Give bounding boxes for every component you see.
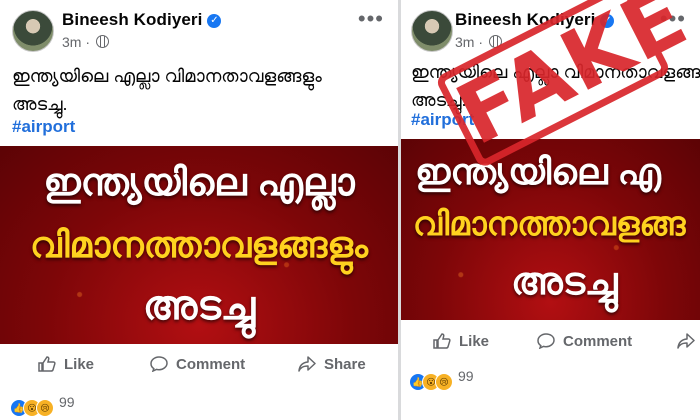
comment-icon xyxy=(537,333,555,349)
post-time[interactable]: 3m xyxy=(455,34,474,50)
share-icon xyxy=(677,333,695,349)
sad-reaction-icon: 😢 xyxy=(36,399,54,417)
banner-text-line: ഇന്ത്യയിലെ എ xyxy=(415,151,661,192)
avatar[interactable] xyxy=(12,10,54,52)
meta-separator: · xyxy=(85,34,91,50)
share-icon xyxy=(298,356,316,372)
post-caption: ഇന്ത്യയിലെ എല്ലാ വിമാനതാവളങ്ങളും അടച്ചു. xyxy=(12,62,322,118)
comment-button[interactable]: Comment xyxy=(150,356,245,373)
comment-button[interactable]: Comment xyxy=(537,333,632,350)
post-right: Bineesh Kodiyeri ✓ 3m · ••• ഇന്ത്യയിലെ എല… xyxy=(401,0,700,420)
caption-line: അടച്ചു. xyxy=(12,94,68,114)
share-button[interactable] xyxy=(677,333,700,350)
share-button[interactable]: Share xyxy=(298,356,366,373)
comment-label: Comment xyxy=(176,356,246,373)
post-image-banner[interactable]: ഇന്ത്യയിലെ എ വിമാനത്താവളങ്ങ അടച്ചു xyxy=(401,139,700,320)
comment-icon xyxy=(150,356,168,372)
caption-line: ഇന്ത്യയിലെ എല്ലാ വിമാനതാവളങ്ങളും xyxy=(12,66,322,86)
post-time[interactable]: 3m xyxy=(62,34,81,50)
reaction-count: 99 xyxy=(59,394,75,410)
like-button[interactable]: Like xyxy=(433,333,489,350)
post-actions-bar: Like Comment xyxy=(401,325,700,361)
avatar[interactable] xyxy=(411,10,453,52)
like-icon xyxy=(433,333,451,349)
post-meta: 3m · xyxy=(62,34,109,50)
meta-separator: · xyxy=(478,34,484,50)
post-image-banner[interactable]: ഇന്ത്യയിലെ എല്ലാ വിമാനത്താവളങ്ങളും അടച്ച… xyxy=(0,146,398,344)
author-name[interactable]: Bineesh Kodiyeri xyxy=(62,10,202,29)
more-options-icon[interactable]: ••• xyxy=(358,6,384,32)
post-left: Bineesh Kodiyeri ✓ 3m · ••• ഇന്ത്യയിലെ എല… xyxy=(0,0,398,420)
banner-text-line: അടച്ചു xyxy=(511,261,618,303)
post-actions-bar: Like Comment Share xyxy=(0,348,398,384)
reaction-count: 99 xyxy=(458,368,474,384)
banner-text-line: വിമാനത്താവളങ്ങ xyxy=(413,205,686,242)
like-label: Like xyxy=(459,333,490,350)
reactions-summary[interactable]: 👍 😮 😢 99 xyxy=(10,394,75,417)
share-label: Share xyxy=(324,356,366,373)
reactions-summary[interactable]: 👍 😮 😢 99 xyxy=(409,368,474,391)
hashtag-link[interactable]: #airport xyxy=(12,117,75,137)
globe-icon xyxy=(95,35,109,48)
sad-reaction-icon: 😢 xyxy=(435,373,453,391)
like-icon xyxy=(38,356,56,372)
like-button[interactable]: Like xyxy=(38,356,94,373)
banner-text-line: ഇന്ത്യയിലെ എല്ലാ xyxy=(43,162,355,204)
like-label: Like xyxy=(64,356,95,373)
verified-badge-icon: ✓ xyxy=(207,14,222,28)
banner-text-line: വിമാനത്താവളങ്ങളും xyxy=(30,224,368,265)
banner-text-line: അടച്ചു xyxy=(142,284,256,328)
comment-label: Comment xyxy=(563,333,633,350)
